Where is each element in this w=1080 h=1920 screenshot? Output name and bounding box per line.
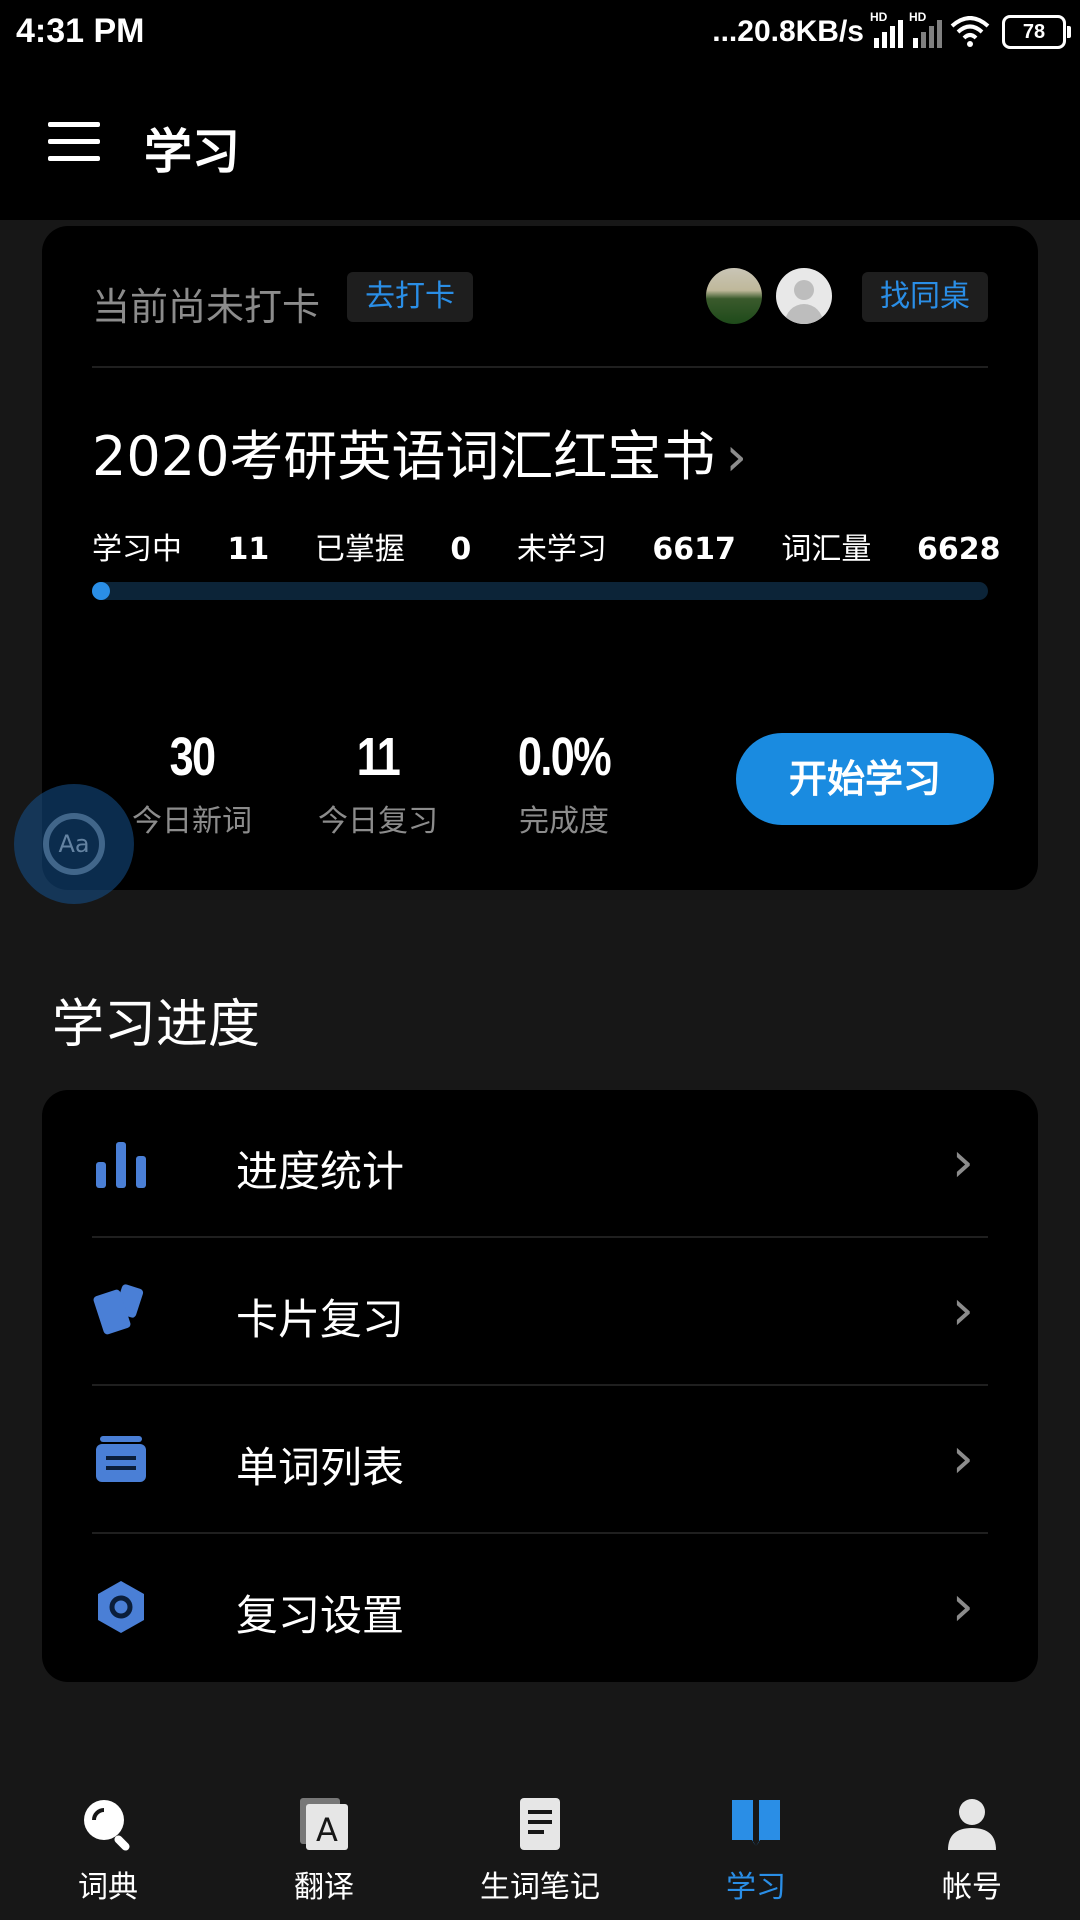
progress-fill (92, 582, 110, 600)
metric-value: 0.0% (517, 727, 612, 787)
book-icon (732, 1800, 780, 1846)
chevron-right-icon: › (951, 1130, 974, 1195)
chevron-right-icon: › (951, 1574, 974, 1639)
nav-account[interactable]: 帐号 (864, 1762, 1080, 1920)
nav-label: 生词笔记 (480, 1870, 600, 1905)
list-item-label: 进度统计 (236, 1147, 405, 1196)
status-icons: ...20.8KB/s HD HD 78 (712, 10, 1071, 54)
signal-icon: HD (909, 10, 942, 48)
chevron-right-icon: › (951, 1278, 974, 1343)
metric-label: 今日复习 (318, 804, 438, 839)
wifi-icon (950, 16, 990, 47)
checkin-status: 当前尚未打卡 (92, 285, 321, 329)
nav-label: 帐号 (942, 1870, 1002, 1905)
metric-label: 今日新词 (132, 804, 252, 839)
list-item-label: 复习设置 (236, 1591, 405, 1640)
learning-label: 学习中 (92, 532, 182, 567)
checkin-button[interactable]: 去打卡 (347, 272, 473, 322)
find-partner-button[interactable]: 找同桌 (862, 272, 988, 322)
list-item-label: 卡片复习 (236, 1295, 405, 1344)
nav-label: 词典 (78, 1870, 138, 1905)
nav-label: 学习 (726, 1870, 786, 1905)
chevron-right-icon: › (725, 425, 748, 488)
battery-icon: 78 (1002, 15, 1071, 49)
chevron-right-icon: › (951, 1426, 974, 1491)
divider (92, 366, 988, 368)
app-bar: 学习 (0, 64, 1080, 220)
page-title: 学习 (144, 124, 241, 180)
book-stats: 学习中 11 已掌握 0 未学习 6617 词汇量 6628 (92, 524, 1036, 568)
list-item-card-review[interactable]: 卡片复习 › (92, 1238, 988, 1386)
unlearned-value: 6617 (652, 532, 736, 567)
metric-review: 11 今日复习 (308, 726, 448, 840)
signal-icon: HD (870, 10, 903, 48)
mastered-label: 已掌握 (314, 532, 405, 567)
mastered-value: 0 (450, 532, 472, 567)
book-title-link[interactable]: 2020考研英语词汇红宝书 › (92, 412, 747, 491)
metric-completion: 0.0% 完成度 (494, 726, 634, 840)
status-time: 4:31 PM (16, 12, 145, 50)
list-item-review-settings[interactable]: 复习设置 › (92, 1534, 988, 1682)
svg-text:A: A (316, 1811, 338, 1849)
bar-chart-icon (96, 1142, 146, 1188)
progress-list-card: 进度统计 › 卡片复习 › 单词列表 › 复习设置 › (42, 1090, 1038, 1682)
metric-value: 11 (356, 727, 401, 787)
section-title: 学习进度 (52, 995, 261, 1055)
progress-bar (92, 582, 988, 600)
hexagon-settings-icon (98, 1581, 144, 1633)
list-item-word-list[interactable]: 单词列表 › (92, 1386, 988, 1534)
vocab-value: 6628 (916, 532, 1001, 567)
avatar-placeholder[interactable] (776, 268, 832, 324)
nav-label: 翻译 (294, 1870, 354, 1905)
vocab-label: 词汇量 (781, 532, 872, 567)
nav-study[interactable]: 学习 (648, 1762, 864, 1920)
status-bar: 4:31 PM ...20.8KB/s HD HD 78 (0, 0, 1080, 64)
floating-lookup-button[interactable]: Aa (14, 784, 134, 904)
metric-value: 30 (169, 727, 216, 787)
metric-new-words: 30 今日新词 (122, 726, 262, 840)
book-title: 2020考研英语词汇红宝书 (92, 425, 716, 488)
person-icon (948, 1799, 996, 1850)
nav-translate[interactable]: A 翻译 (216, 1762, 432, 1920)
hd-label: HD (909, 10, 927, 24)
network-speed: ...20.8KB/s (712, 15, 864, 48)
hd-label: HD (870, 10, 888, 24)
learning-value: 11 (227, 532, 270, 567)
metric-label: 完成度 (519, 804, 609, 839)
search-icon (84, 1800, 130, 1851)
list-icon (96, 1436, 146, 1482)
list-item-progress-stats[interactable]: 进度统计 › (92, 1090, 988, 1238)
nav-dictionary[interactable]: 词典 (0, 1762, 216, 1920)
translate-icon: A (300, 1798, 348, 1850)
avatar[interactable] (706, 268, 762, 324)
start-learning-button[interactable]: 开始学习 (736, 733, 994, 825)
study-card: 当前尚未打卡 去打卡 找同桌 2020考研英语词汇红宝书 › 学习中 11 已掌握… (42, 226, 1038, 890)
bottom-nav: 词典 A 翻译 生词笔记 学习 帐号 (0, 1762, 1080, 1920)
notes-icon (520, 1798, 560, 1850)
menu-icon[interactable] (48, 122, 100, 162)
search-aa-icon: Aa (43, 813, 105, 875)
list-item-label: 单词列表 (236, 1443, 405, 1492)
cards-icon (93, 1284, 144, 1335)
unlearned-label: 未学习 (516, 532, 607, 567)
nav-notes[interactable]: 生词笔记 (432, 1762, 648, 1920)
